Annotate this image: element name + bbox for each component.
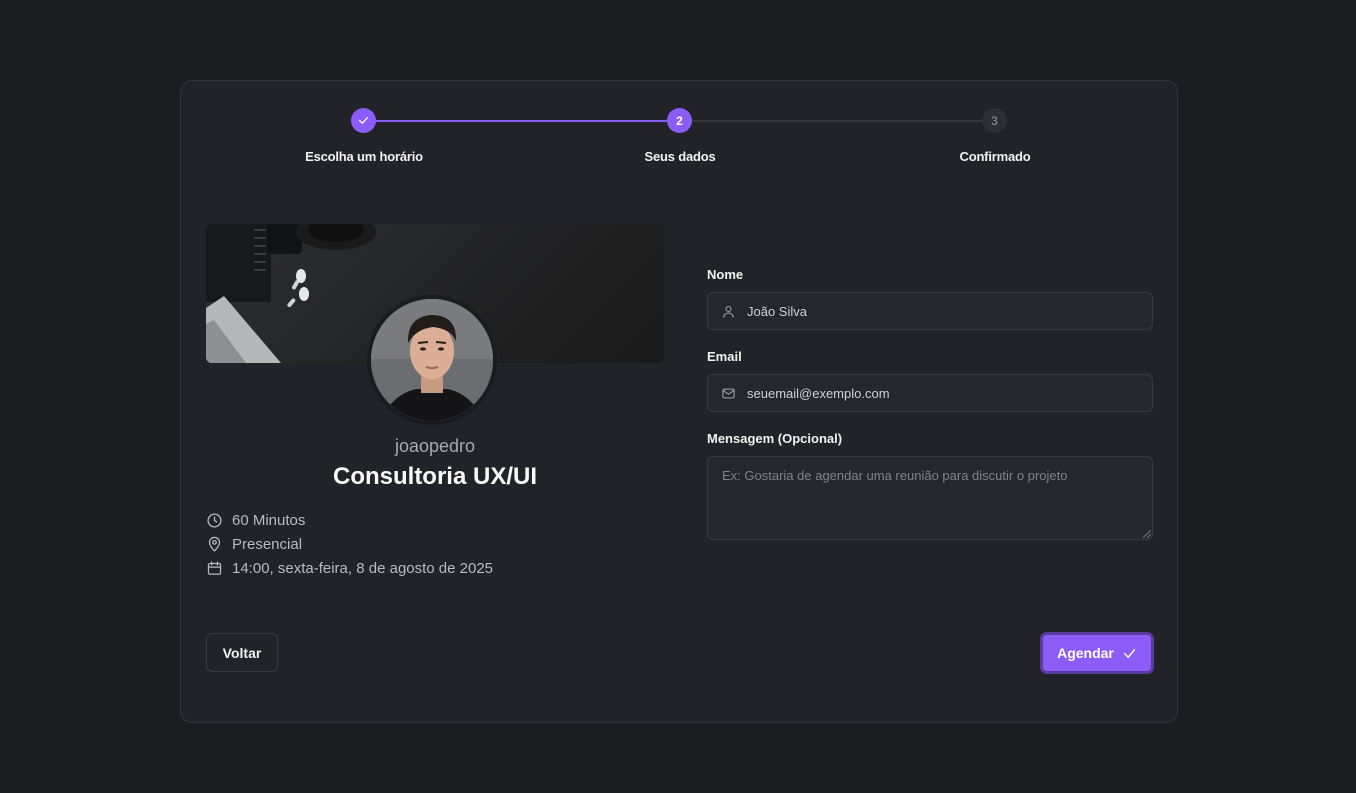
- name-label: Nome: [707, 267, 744, 282]
- booking-card: Escolha um horário 2 Seus dados 3 Confir…: [180, 80, 1178, 723]
- stepper-track-pending: [679, 120, 983, 122]
- calendar-icon: [207, 561, 222, 575]
- name-field[interactable]: [707, 292, 1153, 330]
- duration-text: 60 Minutos: [232, 512, 306, 529]
- clock-icon: [207, 513, 222, 528]
- step-2-number: 2: [667, 108, 692, 133]
- service-title: Consultoria UX/UI: [332, 463, 537, 490]
- message-label: Mensagem (Opcional): [707, 431, 843, 446]
- username: joaopedro: [394, 436, 476, 456]
- mail-icon: [722, 388, 735, 398]
- step-3-number: 3: [982, 108, 1007, 133]
- step-1-check-icon: [351, 108, 376, 133]
- message-textarea[interactable]: [707, 456, 1153, 540]
- datetime-text: 14:00, sexta-feira, 8 de agosto de 2025: [232, 560, 494, 577]
- user-icon: [723, 305, 734, 318]
- resize-handle-icon[interactable]: [1143, 530, 1151, 538]
- schedule-button[interactable]: Agendar: [1040, 632, 1154, 674]
- back-button-label: Voltar: [222, 644, 262, 661]
- detail-datetime: 14:00, sexta-feira, 8 de agosto de 2025: [206, 560, 493, 577]
- email-label: Email: [707, 349, 742, 364]
- step-2-label: Seus dados: [644, 149, 716, 164]
- back-button[interactable]: Voltar: [206, 633, 278, 672]
- stepper-track-completed: [365, 120, 667, 122]
- email-input[interactable]: [747, 385, 1127, 401]
- schedule-button-label: Agendar: [1057, 645, 1114, 661]
- check-icon: [1123, 648, 1136, 658]
- detail-location: Presencial: [206, 536, 302, 553]
- location-text: Presencial: [232, 536, 303, 553]
- email-field[interactable]: [707, 374, 1153, 412]
- map-pin-icon: [208, 536, 221, 552]
- step-1-label: Escolha um horário: [305, 149, 423, 164]
- stepper: Escolha um horário 2 Seus dados 3 Confir…: [181, 81, 1177, 201]
- detail-duration: 60 Minutos: [206, 512, 305, 529]
- avatar: [367, 295, 497, 425]
- step-3-label: Confirmado: [959, 149, 1031, 164]
- name-input[interactable]: [747, 303, 1127, 319]
